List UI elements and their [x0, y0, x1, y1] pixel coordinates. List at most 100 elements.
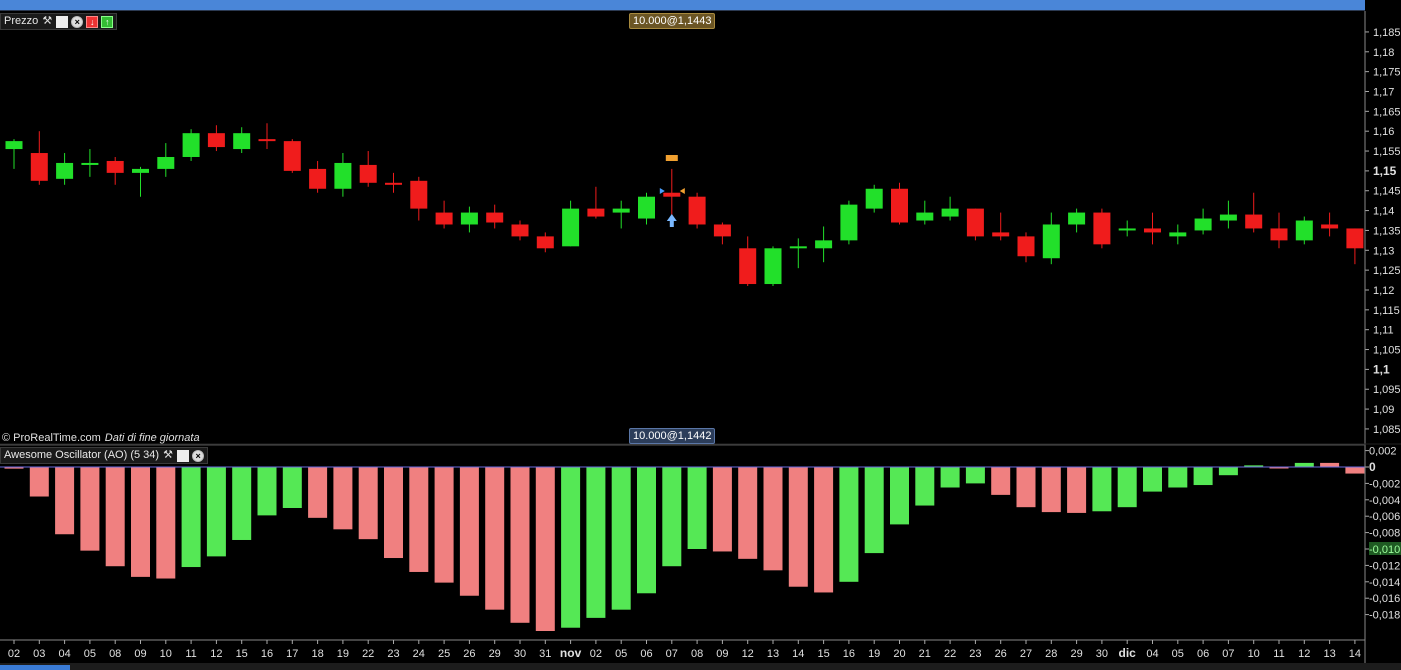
- candle-up: [132, 168, 149, 173]
- candle-down: [713, 224, 731, 237]
- candle-up: [5, 141, 23, 150]
- price-tick-label: 1,115: [1373, 305, 1400, 317]
- price-pane-title-bar: Prezzo ⚒ × ↓ ↑: [0, 13, 118, 30]
- date-tick-label: 18: [311, 648, 323, 660]
- candle-down: [283, 141, 301, 171]
- date-tick-label: 15: [236, 648, 248, 660]
- copyright-text: © ProRealTime.com: [2, 432, 101, 444]
- ao-tick-label: 0: [1369, 460, 1376, 474]
- bottom-strip-tab: [0, 665, 70, 670]
- candle-up: [1295, 220, 1313, 241]
- candle-down: [536, 236, 554, 249]
- date-tick-label: 22: [944, 648, 956, 660]
- candle-down: [688, 196, 706, 225]
- date-tick-label: 10: [160, 648, 172, 660]
- price-tick-label: 1,135: [1373, 225, 1401, 237]
- ao-bar: [29, 467, 49, 497]
- wrench-icon[interactable]: ⚒: [162, 448, 174, 463]
- chart-frame: [0, 11, 1401, 663]
- ao-bar: [358, 467, 378, 540]
- ao-bar: [965, 467, 985, 484]
- ao-bar: [55, 467, 75, 535]
- price-tick-label: 1,16: [1373, 126, 1394, 138]
- add-icon[interactable]: ↑: [101, 15, 114, 28]
- window-icon[interactable]: [56, 15, 69, 28]
- candle-up: [1068, 212, 1086, 225]
- ao-bar: [1345, 467, 1365, 474]
- exit-arrow: [679, 188, 685, 194]
- ao-bar: [80, 467, 100, 551]
- price-tick-label: 1,125: [1373, 265, 1401, 277]
- date-tick-label: 24: [413, 648, 425, 660]
- date-tick-label: 10: [1248, 648, 1260, 660]
- candle-down: [435, 212, 453, 225]
- date-tick-label: 15: [817, 648, 829, 660]
- candle-up: [157, 156, 175, 169]
- remove-icon[interactable]: ↓: [86, 15, 99, 28]
- date-tick-label: 06: [640, 648, 652, 660]
- ao-bar: [864, 467, 884, 554]
- ao-bar: [738, 467, 758, 559]
- ao-tick-label: -0,008: [1369, 528, 1400, 540]
- price-tag-top: 10.000@1,1443: [629, 13, 716, 29]
- price-tick-label: 1,09: [1373, 404, 1394, 416]
- date-tick-label: 13: [1323, 648, 1335, 660]
- ao-bar: [763, 467, 783, 571]
- date-tick-label: 28: [1045, 648, 1057, 660]
- window-icon[interactable]: [177, 449, 190, 462]
- ao-bar: [384, 467, 403, 559]
- candle-up: [1042, 224, 1060, 259]
- ao-tick-label: -0,006: [1369, 511, 1400, 523]
- close-icon[interactable]: ×: [71, 15, 84, 28]
- candle-down: [385, 182, 402, 185]
- chart-canvas[interactable]: 1,185 1,18 1,175 1,17 1,165 1,16 1,155 1,15 1,14…: [0, 0, 1401, 663]
- ao-bar: [181, 467, 201, 568]
- price-tick-label: 1,105: [1373, 345, 1401, 357]
- ao-bar: [788, 467, 808, 587]
- ao-bar: [712, 467, 732, 552]
- candle-up: [789, 246, 807, 249]
- candle-down: [486, 212, 504, 223]
- date-tick-label: 19: [337, 648, 349, 660]
- price-tick-label: 1,155: [1373, 146, 1401, 158]
- date-tick-label: 14: [792, 648, 804, 660]
- wrench-icon[interactable]: ⚒: [41, 14, 53, 29]
- date-tick-label: 16: [843, 648, 855, 660]
- candle-up: [562, 208, 580, 247]
- price-tick-label: 1,1: [1373, 362, 1390, 376]
- price-tick-label: 1,11: [1373, 325, 1394, 337]
- ao-bar: [814, 467, 834, 593]
- ao-bar: [940, 467, 960, 488]
- candle-up: [612, 208, 630, 213]
- ao-bar: [991, 467, 1011, 495]
- date-tick-label: 14: [1349, 648, 1361, 660]
- date-tick-label: 08: [691, 648, 703, 660]
- ao-bar: [535, 467, 555, 631]
- date-tick-label: 03: [33, 648, 45, 660]
- candle-up: [1194, 218, 1212, 231]
- ao-tick-label: 0,002: [1369, 446, 1397, 458]
- ao-tick-label: -0,004: [1369, 495, 1400, 507]
- date-tick-label: nov: [560, 646, 582, 660]
- ao-bar: [485, 467, 505, 610]
- price-tag-bottom: 10.000@1,1442: [629, 428, 716, 444]
- ao-tick-label: -0,010: [1369, 544, 1400, 556]
- date-tick-label: 23: [969, 648, 981, 660]
- ao-bar: [1193, 467, 1213, 486]
- copyright-note: © ProRealTime.com Dati di fine giornata: [2, 432, 200, 444]
- ao-tick-label: -0,014: [1369, 577, 1400, 589]
- candle-up: [182, 133, 200, 157]
- candle-down: [359, 164, 377, 183]
- ao-bar: [839, 467, 859, 582]
- candle-down: [1346, 228, 1364, 249]
- candle-up: [764, 248, 782, 285]
- ao-bar: [459, 467, 479, 596]
- date-tick-label: 02: [8, 648, 20, 660]
- candle-up: [840, 204, 858, 241]
- date-tick-label: 26: [463, 648, 475, 660]
- date-tick-label: 19: [868, 648, 880, 660]
- close-icon[interactable]: ×: [192, 449, 205, 462]
- ao-bar: [131, 467, 150, 577]
- candle-down: [739, 248, 757, 285]
- date-tick-label: 26: [995, 648, 1007, 660]
